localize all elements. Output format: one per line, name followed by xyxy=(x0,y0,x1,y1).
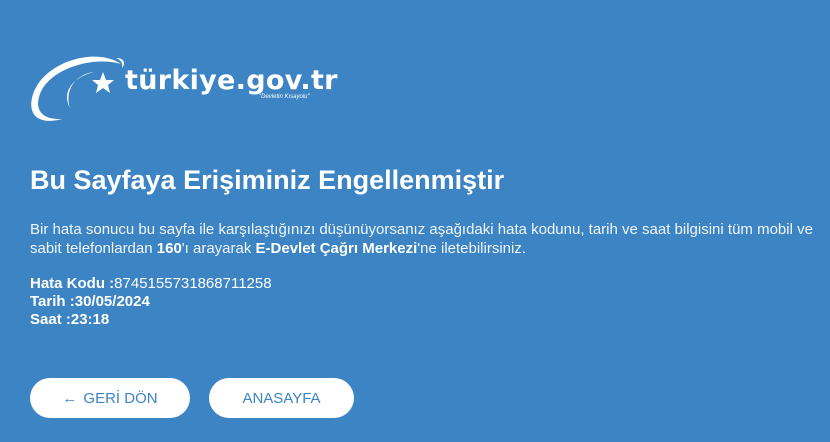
error-details: Hata Kodu :8745155731868711258 Tarih :30… xyxy=(30,275,272,329)
error-code-label: Hata Kodu : xyxy=(30,275,115,292)
crescent-star-icon xyxy=(31,56,124,121)
message-text: 'ne iletebilirsiniz. xyxy=(417,240,527,257)
turkiye-gov-logo[interactable]: türkiye.gov.tr "Devletin Kısayolu" xyxy=(28,50,338,124)
back-button[interactable]: ← GERİ DÖN xyxy=(30,378,190,418)
logo-name: türkiye.gov.tr xyxy=(125,65,338,96)
date-row: Tarih :30/05/2024 xyxy=(30,293,272,311)
logo-tagline: "Devletin Kısayolu" xyxy=(259,94,310,100)
call-center-name: E-Devlet Çağrı Merkezi xyxy=(255,240,418,257)
date-label: Tarih : xyxy=(30,293,75,310)
page-title: Bu Sayfaya Erişiminiz Engellenmiştir xyxy=(30,165,505,195)
time-label: Saat : xyxy=(30,311,71,328)
date-value: 30/05/2024 xyxy=(74,293,150,310)
error-code-value: 8745155731868711258 xyxy=(114,275,272,292)
back-button-label: GERİ DÖN xyxy=(83,389,158,407)
message-text: 'ı arayarak xyxy=(181,240,256,257)
phone-number: 160 xyxy=(156,240,182,257)
error-code-row: Hata Kodu :8745155731868711258 xyxy=(30,275,272,293)
home-button[interactable]: ANASAYFA xyxy=(209,378,354,418)
error-message: Bir hata sonucu bu sayfa ile karşılaştığ… xyxy=(30,220,820,258)
time-value: 23:18 xyxy=(70,311,110,328)
home-button-label: ANASAYFA xyxy=(242,389,321,407)
time-row: Saat :23:18 xyxy=(30,311,272,329)
arrow-left-icon: ← xyxy=(62,389,78,407)
